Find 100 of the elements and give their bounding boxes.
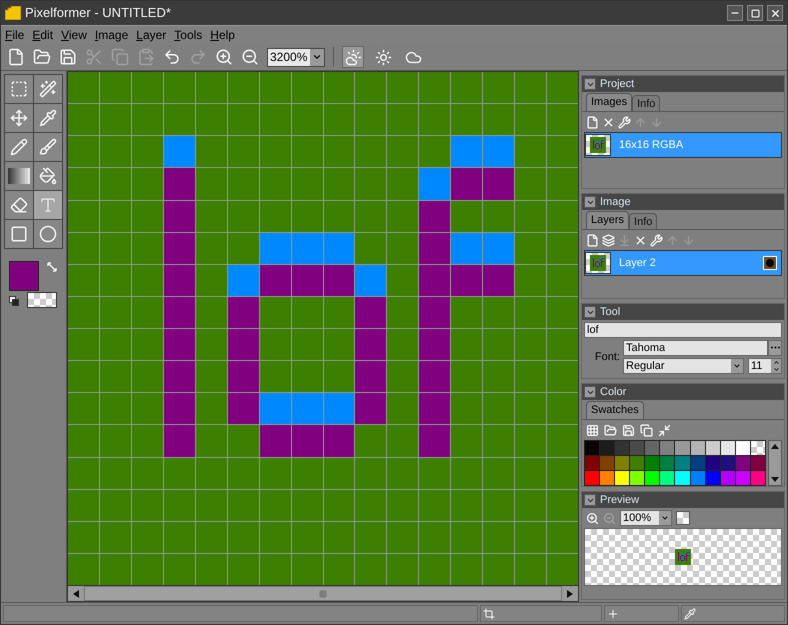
preview-zoom-dropdown[interactable]: 100% xyxy=(620,510,672,526)
save-icon[interactable] xyxy=(59,48,77,66)
new-icon[interactable] xyxy=(586,116,599,128)
zoom-dropdown[interactable]: 3200% xyxy=(267,48,325,66)
color-swatch[interactable] xyxy=(720,471,735,485)
zoom-out-icon[interactable] xyxy=(241,48,259,66)
color-swatch[interactable] xyxy=(645,471,660,485)
collapse-toggle[interactable] xyxy=(584,306,596,318)
vertical-scrollbar[interactable] xyxy=(768,440,782,486)
view-mode-button[interactable] xyxy=(342,46,364,68)
color-swatch[interactable] xyxy=(750,471,765,485)
menu-item[interactable]: Help xyxy=(210,26,235,44)
color-swatch[interactable] xyxy=(630,456,644,470)
color-swatch[interactable] xyxy=(615,456,630,470)
color-swatch[interactable] xyxy=(736,471,750,485)
font-field[interactable]: Tahoma xyxy=(623,340,768,356)
background-color-swatch[interactable] xyxy=(26,292,56,308)
new-icon[interactable] xyxy=(586,234,599,246)
caret-icon xyxy=(733,362,741,370)
open-folder-icon[interactable] xyxy=(604,424,617,436)
checkerboard-toggle[interactable] xyxy=(676,511,690,525)
color-swatch[interactable] xyxy=(630,441,644,455)
text-input[interactable]: lof xyxy=(584,322,782,338)
color-swatch[interactable] xyxy=(600,441,614,455)
color-swatch[interactable] xyxy=(690,471,705,485)
undo-icon[interactable] xyxy=(163,48,181,66)
color-swatch[interactable] xyxy=(585,441,600,455)
color-swatch[interactable] xyxy=(615,441,630,455)
image-thumbnail xyxy=(585,134,611,156)
delete-icon[interactable] xyxy=(634,234,647,246)
color-swatch[interactable] xyxy=(630,471,644,485)
color-swatch[interactable] xyxy=(600,456,614,470)
tool-button[interactable] xyxy=(5,162,33,190)
panel-tab[interactable]: Layers xyxy=(586,211,630,229)
horizontal-scrollbar[interactable] xyxy=(68,585,578,601)
size-spinner[interactable]: 11 xyxy=(748,358,782,374)
image-list-item[interactable]: 16x16 RGBA xyxy=(584,132,782,158)
color-swatch[interactable] xyxy=(675,441,690,455)
color-swatch[interactable] xyxy=(600,471,614,485)
color-swatch[interactable] xyxy=(720,441,735,455)
move-icon xyxy=(10,109,28,127)
wrench-icon[interactable] xyxy=(650,234,663,246)
open-folder-icon[interactable] xyxy=(33,48,51,66)
panel-tab[interactable]: Swatches xyxy=(586,401,644,419)
caret-icon xyxy=(312,52,322,62)
selection-icon xyxy=(10,80,28,98)
color-swatch[interactable] xyxy=(660,441,674,455)
menu-item[interactable]: File xyxy=(5,26,24,44)
color-swatch[interactable] xyxy=(585,456,600,470)
close-button[interactable] xyxy=(767,5,783,21)
color-swatch[interactable] xyxy=(690,456,705,470)
menu-item[interactable]: Image xyxy=(94,26,128,44)
minimize-button[interactable] xyxy=(727,5,743,21)
menu-item[interactable]: Tools xyxy=(174,26,202,44)
color-swatch[interactable] xyxy=(706,471,720,485)
transparent-swatch[interactable] xyxy=(750,441,765,455)
color-swatch[interactable] xyxy=(615,471,630,485)
collapse-toggle[interactable] xyxy=(584,494,596,506)
panel-title: Color xyxy=(600,384,626,400)
wrench-icon[interactable] xyxy=(618,116,631,128)
magic-wand-icon xyxy=(39,80,57,98)
delete-icon[interactable] xyxy=(602,116,615,128)
menu-item[interactable]: Layer xyxy=(136,26,166,44)
panel-tab[interactable]: Info xyxy=(629,213,658,229)
browse-button[interactable] xyxy=(768,340,782,356)
maximize-button[interactable] xyxy=(747,5,763,21)
color-swatch[interactable] xyxy=(706,441,720,455)
color-swatch[interactable] xyxy=(585,471,600,485)
color-swatch[interactable] xyxy=(736,456,750,470)
panel-tab[interactable]: Images xyxy=(586,93,632,111)
zoom-in-icon[interactable] xyxy=(586,512,599,524)
grid-icon[interactable] xyxy=(586,424,599,436)
collapse-toggle[interactable] xyxy=(584,386,596,398)
color-swatch[interactable] xyxy=(660,456,674,470)
collapse-toggle[interactable] xyxy=(584,78,596,90)
collapse-toggle[interactable] xyxy=(584,196,596,208)
color-swatch[interactable] xyxy=(675,456,690,470)
color-swatch[interactable] xyxy=(706,456,720,470)
menu-item[interactable]: Edit xyxy=(32,26,54,44)
visibility-toggle[interactable] xyxy=(763,256,777,270)
save-icon[interactable] xyxy=(622,424,635,436)
color-swatch[interactable] xyxy=(736,441,750,455)
style-dropdown[interactable]: Regular xyxy=(623,358,744,374)
copy-icon[interactable] xyxy=(640,424,653,436)
zoom-in-icon[interactable] xyxy=(215,48,233,66)
right-arrow-icon xyxy=(567,590,573,598)
layer-list-item[interactable]: Layer 2 xyxy=(584,250,782,276)
foreground-color-swatch[interactable] xyxy=(8,261,38,291)
layers-icon[interactable] xyxy=(602,234,615,246)
menu-item[interactable]: View xyxy=(61,26,87,44)
color-swatch[interactable] xyxy=(690,441,705,455)
new-file-icon[interactable] xyxy=(7,48,25,66)
color-swatch[interactable] xyxy=(750,456,765,470)
panel-tab[interactable]: Info xyxy=(632,95,660,111)
pixel-canvas[interactable] xyxy=(68,72,578,585)
color-swatch[interactable] xyxy=(675,471,690,485)
color-swatch[interactable] xyxy=(645,456,660,470)
color-swatch[interactable] xyxy=(720,456,735,470)
color-swatch[interactable] xyxy=(660,471,674,485)
color-swatch[interactable] xyxy=(645,441,660,455)
